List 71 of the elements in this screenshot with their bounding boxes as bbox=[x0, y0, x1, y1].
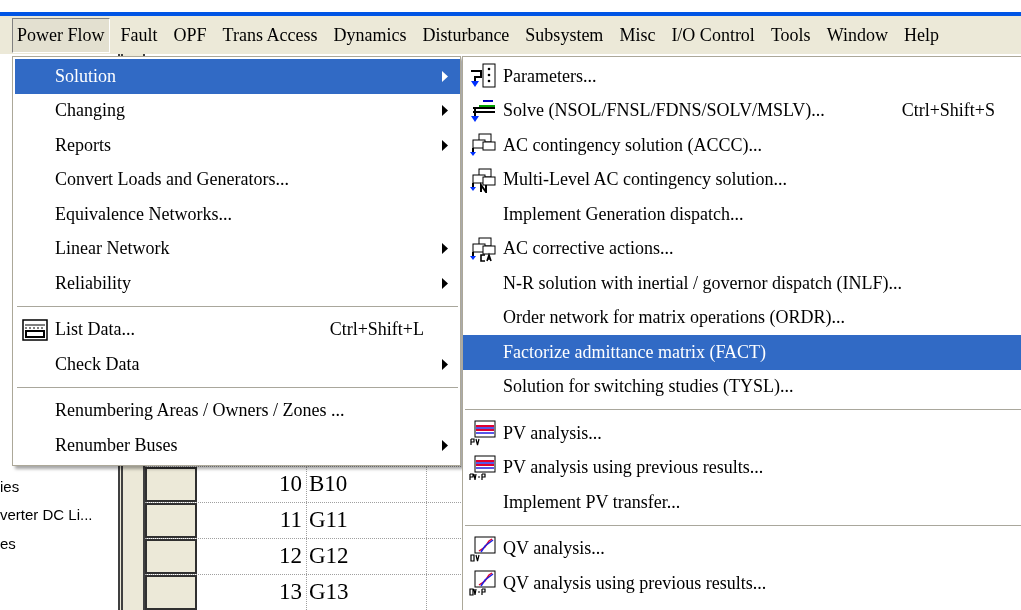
menu-item[interactable]: Multi-Level AC contingency solution... bbox=[463, 162, 1021, 197]
menu-item[interactable]: AC contingency solution (ACCC)... bbox=[463, 128, 1021, 163]
table-cell: 10 bbox=[197, 467, 307, 502]
menu-bar-item[interactable]: Help bbox=[898, 17, 944, 53]
menu-item[interactable]: Implement PV transfer... bbox=[463, 485, 1021, 520]
menu-item[interactable]: QV analysis... bbox=[463, 531, 1021, 566]
menu-item[interactable]: Convert Loads and Generators... bbox=[15, 162, 460, 197]
tree-item[interactable]: ies bbox=[0, 475, 118, 498]
tree-item[interactable]: es bbox=[0, 532, 118, 555]
submenu-arrow-icon bbox=[442, 277, 448, 289]
pv-curve-icon bbox=[469, 454, 497, 481]
menu-item[interactable]: AC corrective actions... bbox=[463, 231, 1021, 266]
menu-item[interactable]: Order network for matrix operations (ORDR)... bbox=[463, 300, 1021, 335]
table-cell: G12 bbox=[307, 539, 427, 574]
menu-bar-item[interactable]: Power Flow bbox=[12, 17, 110, 53]
shortcut-label: Ctrl+Shift+L bbox=[329, 318, 424, 342]
menu-item[interactable]: N-R solution with inertial / governor dispatch (INLF)... bbox=[463, 266, 1021, 301]
submenu-arrow-icon bbox=[442, 105, 448, 117]
menu-item[interactable]: Solve (NSOL/FNSL/FDNS/SOLV/MSLV)... Ctrl+Shift+S bbox=[463, 93, 1021, 128]
menu-item[interactable]: Implement Generation dispatch... bbox=[463, 197, 1021, 232]
menu-item[interactable]: Renumbering Areas / Owners / Zones ... bbox=[15, 393, 460, 428]
menu-bar-item[interactable]: Subsystem bbox=[520, 17, 609, 53]
menu-item[interactable]: Factorize admittance matrix (FACT) bbox=[463, 335, 1021, 370]
menu-bar-item[interactable]: Dynamics bbox=[328, 17, 412, 53]
menu-bar-item[interactable]: I/O Control bbox=[666, 17, 760, 53]
row-header[interactable] bbox=[145, 575, 197, 610]
table-cell: 13 bbox=[197, 575, 307, 610]
menu-bar-item[interactable]: Window bbox=[821, 17, 893, 53]
menu-bar-item[interactable]: Disturbance bbox=[417, 17, 515, 53]
pv-curve-icon bbox=[469, 420, 497, 447]
table-cell: 11 bbox=[197, 503, 307, 538]
menu-item[interactable]: Reports bbox=[15, 128, 460, 163]
menu-item[interactable]: Check Data bbox=[15, 347, 460, 382]
submenu-arrow-icon bbox=[442, 243, 448, 255]
qv-curve-icon bbox=[469, 535, 497, 562]
menu-item[interactable]: Linear Network bbox=[15, 231, 460, 266]
row-header[interactable] bbox=[145, 467, 197, 502]
menu-item[interactable]: QV analysis using previous results... bbox=[463, 566, 1021, 601]
submenu-arrow-icon bbox=[442, 439, 448, 451]
solve-icon bbox=[469, 97, 497, 124]
qv-curve-icon bbox=[469, 570, 497, 597]
submenu-arrow-icon bbox=[442, 70, 448, 82]
menu-item[interactable]: Changing bbox=[15, 93, 460, 128]
row-header[interactable] bbox=[145, 539, 197, 574]
menu-item[interactable]: Parameters... bbox=[463, 59, 1021, 94]
menu-item[interactable]: Solution for switching studies (TYSL)... bbox=[463, 369, 1021, 404]
menu-item[interactable]: List Data... Ctrl+Shift+L bbox=[15, 312, 460, 347]
table-cell: G13 bbox=[307, 575, 427, 610]
network-icon bbox=[469, 166, 497, 193]
menu-item[interactable]: Renumber Buses bbox=[15, 428, 460, 463]
menu-item[interactable]: Equivalence Networks... bbox=[15, 197, 460, 232]
menu-item[interactable]: PV analysis using previous results... bbox=[463, 450, 1021, 485]
table-cell: 12 bbox=[197, 539, 307, 574]
tree-item[interactable]: verter DC Li... bbox=[0, 504, 118, 527]
table-cell: B10 bbox=[307, 467, 427, 502]
row-header[interactable] bbox=[145, 503, 197, 538]
menu-bar-item[interactable]: Misc bbox=[614, 17, 661, 53]
submenu-arrow-icon bbox=[442, 358, 448, 370]
menu-bar-item[interactable]: Fault bbox=[115, 17, 163, 53]
parameters-icon bbox=[469, 63, 497, 90]
menu-bar-item[interactable]: OPF bbox=[168, 17, 212, 53]
shortcut-label: Ctrl+Shift+S bbox=[901, 99, 995, 123]
submenu-arrow-icon bbox=[442, 139, 448, 151]
table-cell: G11 bbox=[307, 503, 427, 538]
menu-item[interactable]: Reliability bbox=[15, 266, 460, 301]
data-table-icon bbox=[21, 316, 49, 343]
menu-item[interactable]: PV analysis... bbox=[463, 416, 1021, 451]
network-icon bbox=[469, 235, 497, 262]
menu-item[interactable]: Solution bbox=[15, 59, 460, 94]
menu-bar-item[interactable]: Trans Access bbox=[217, 17, 323, 53]
menu-bar-item[interactable]: Tools bbox=[765, 17, 816, 53]
